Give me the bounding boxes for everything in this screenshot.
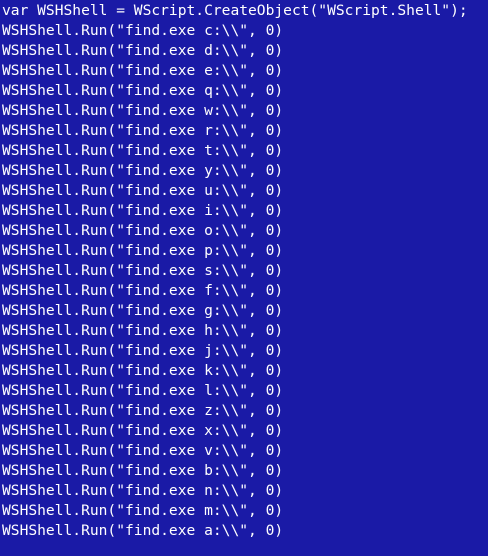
code-line-6[interactable]: WSHShell.Run("find.exe w:\\", 0) — [2, 101, 488, 121]
code-line-15[interactable]: WSHShell.Run("find.exe f:\\", 0) — [2, 281, 488, 301]
code-line-4[interactable]: WSHShell.Run("find.exe e:\\", 0) — [2, 61, 488, 81]
code-line-16[interactable]: WSHShell.Run("find.exe g:\\", 0) — [2, 301, 488, 321]
code-line-12[interactable]: WSHShell.Run("find.exe o:\\", 0) — [2, 221, 488, 241]
code-line-17[interactable]: WSHShell.Run("find.exe h:\\", 0) — [2, 321, 488, 341]
code-line-13[interactable]: WSHShell.Run("find.exe p:\\", 0) — [2, 241, 488, 261]
code-line-10[interactable]: WSHShell.Run("find.exe u:\\", 0) — [2, 181, 488, 201]
code-line-11[interactable]: WSHShell.Run("find.exe i:\\", 0) — [2, 201, 488, 221]
code-line-1[interactable]: var WSHShell = WScript.CreateObject("WSc… — [2, 1, 488, 21]
code-line-21[interactable]: WSHShell.Run("find.exe z:\\", 0) — [2, 401, 488, 421]
code-line-2[interactable]: WSHShell.Run("find.exe c:\\", 0) — [2, 21, 488, 41]
code-line-14[interactable]: WSHShell.Run("find.exe s:\\", 0) — [2, 261, 488, 281]
code-line-3[interactable]: WSHShell.Run("find.exe d:\\", 0) — [2, 41, 488, 61]
code-line-24[interactable]: WSHShell.Run("find.exe b:\\", 0) — [2, 461, 488, 481]
code-line-8[interactable]: WSHShell.Run("find.exe t:\\", 0) — [2, 141, 488, 161]
code-line-20[interactable]: WSHShell.Run("find.exe l:\\", 0) — [2, 381, 488, 401]
code-line-18[interactable]: WSHShell.Run("find.exe j:\\", 0) — [2, 341, 488, 361]
code-line-7[interactable]: WSHShell.Run("find.exe r:\\", 0) — [2, 121, 488, 141]
code-line-5[interactable]: WSHShell.Run("find.exe q:\\", 0) — [2, 81, 488, 101]
code-editor[interactable]: var WSHShell = WScript.CreateObject("WSc… — [0, 0, 488, 556]
code-line-9[interactable]: WSHShell.Run("find.exe y:\\", 0) — [2, 161, 488, 181]
code-line-27[interactable]: WSHShell.Run("find.exe a:\\", 0) — [2, 521, 488, 541]
code-line-25[interactable]: WSHShell.Run("find.exe n:\\", 0) — [2, 481, 488, 501]
code-line-19[interactable]: WSHShell.Run("find.exe k:\\", 0) — [2, 361, 488, 381]
code-line-22[interactable]: WSHShell.Run("find.exe x:\\", 0) — [2, 421, 488, 441]
code-line-23[interactable]: WSHShell.Run("find.exe v:\\", 0) — [2, 441, 488, 461]
code-line-26[interactable]: WSHShell.Run("find.exe m:\\", 0) — [2, 501, 488, 521]
